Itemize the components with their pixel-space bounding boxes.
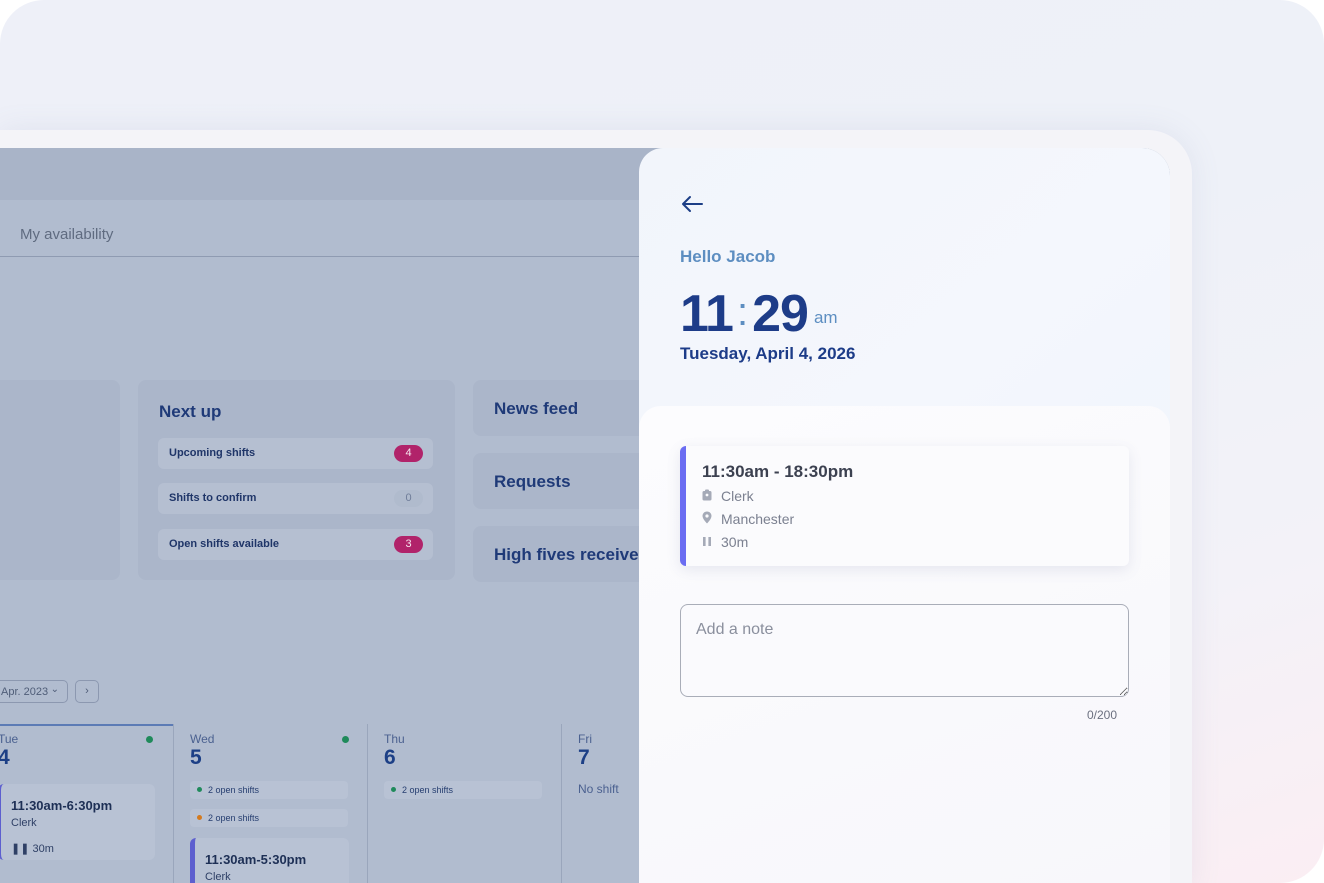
day-divider — [173, 724, 174, 883]
availability-dot — [146, 736, 153, 743]
shift-role: Clerk — [11, 817, 37, 829]
day-number: 6 — [384, 746, 396, 769]
clock-ampm: am — [813, 308, 838, 327]
requests-card[interactable]: Requests — [473, 453, 663, 509]
greeting: Hello Jacob — [680, 247, 776, 266]
pause-icon: ❚❚ — [11, 843, 30, 855]
day-name: Tue — [0, 732, 19, 746]
shift-location-row: Manchester — [702, 511, 794, 527]
day-name: Wed — [190, 732, 215, 746]
day-number: 4 — [0, 746, 10, 769]
shift-role: Clerk — [721, 488, 754, 504]
tab-my-availability[interactable]: My availability — [20, 226, 113, 243]
pause-icon — [702, 536, 716, 550]
day-divider — [367, 724, 368, 883]
open-shifts-chip[interactable]: 2 open shifts — [190, 781, 348, 799]
current-date: Tuesday, April 4, 2026 — [680, 344, 856, 363]
chevron-down-icon: ⌄ — [50, 684, 59, 695]
shift-card[interactable]: 11:30am-6:30pm Clerk ❚❚ 30m — [0, 784, 155, 860]
month-select-value: Apr. 2023 — [1, 686, 49, 698]
arrow-left-icon — [682, 196, 703, 212]
next-up-title: Next up — [159, 402, 222, 421]
shift-time: 11:30am-5:30pm — [205, 852, 307, 867]
news-feed-title: News feed — [494, 399, 579, 418]
day-column-tue[interactable]: Tue 4 11:30am-6:30pm Clerk ❚❚ 30m — [0, 724, 173, 883]
shift-break: 30m — [721, 534, 749, 550]
open-shifts-row[interactable]: Open shifts available 3 — [158, 529, 433, 560]
status-dot — [197, 787, 202, 792]
availability-dot — [342, 736, 349, 743]
partial-card — [0, 380, 120, 580]
count-badge: 3 — [394, 536, 423, 553]
shifts-to-confirm-row[interactable]: Shifts to confirm 0 — [158, 483, 433, 514]
shift-time: 11:30am - 18:30pm — [702, 462, 854, 481]
no-shift-label: No shift — [578, 782, 619, 796]
next-up-card: Next up Upcoming shifts 4 Shifts to conf… — [138, 380, 455, 580]
shift-detail-panel: Hello Jacob 11:29 am Tuesday, April 4, 20… — [639, 148, 1170, 883]
status-dot — [197, 815, 202, 820]
news-feed-card[interactable]: News feed — [473, 380, 663, 436]
note-char-counter: 0/200 — [1087, 708, 1118, 722]
open-shifts-label: 2 open shifts — [402, 785, 454, 795]
day-number: 5 — [190, 746, 202, 769]
shift-location: Manchester — [721, 511, 795, 527]
shift-break-row: 30m — [702, 534, 748, 550]
break-value: 30m — [32, 843, 54, 855]
tab-divider — [0, 256, 640, 257]
back-arrow-icon[interactable] — [680, 194, 704, 219]
high-fives-card[interactable]: High fives received — [473, 526, 663, 582]
shift-role-row: Clerk — [702, 488, 754, 504]
shift-summary-card[interactable]: 11:30am - 18:30pm Clerk Manchester 30m — [680, 446, 1129, 566]
shift-card[interactable]: 11:30am-5:30pm Clerk — [190, 838, 349, 883]
note-field[interactable] — [680, 604, 1129, 697]
clock-colon: : — [736, 290, 749, 334]
open-shifts-label: 2 open shifts — [208, 813, 260, 823]
clock-hours: 11 — [680, 285, 734, 343]
app-window: My availability Next up Upcoming shifts … — [0, 148, 1170, 883]
day-column-fri[interactable]: Fri 7 No shift — [578, 724, 648, 883]
requests-title: Requests — [494, 472, 571, 491]
day-divider — [561, 724, 562, 883]
shift-role: Clerk — [205, 871, 231, 883]
row-label: Open shifts available — [169, 538, 280, 550]
location-pin-icon — [702, 511, 716, 527]
shift-time: 11:30am-6:30pm — [11, 798, 113, 813]
open-shifts-chip[interactable]: 2 open shifts — [190, 809, 348, 827]
upcoming-shifts-row[interactable]: Upcoming shifts 4 — [158, 438, 433, 469]
day-name: Fri — [578, 732, 592, 746]
day-name: Thu — [384, 732, 405, 746]
next-week-button[interactable]: › — [75, 680, 99, 703]
count-badge: 0 — [394, 490, 423, 507]
clock-minutes: 29 — [752, 285, 809, 343]
panel-content: 11:30am - 18:30pm Clerk Manchester 30m A… — [639, 406, 1170, 883]
day-number: 7 — [578, 746, 590, 769]
high-fives-title: High fives received — [494, 545, 649, 564]
day-column-wed[interactable]: Wed 5 2 open shifts 2 open shifts 11:30a… — [190, 724, 360, 883]
status-dot — [391, 787, 396, 792]
month-select[interactable]: Apr. 2023 ⌄ — [0, 680, 68, 703]
chevron-right-icon: › — [85, 685, 89, 697]
row-label: Shifts to confirm — [169, 492, 257, 504]
row-label: Upcoming shifts — [169, 447, 256, 459]
day-column-thu[interactable]: Thu 6 2 open shifts — [384, 724, 554, 883]
current-time: 11:29 am — [680, 284, 838, 343]
count-badge: 4 — [394, 445, 423, 462]
open-shifts-label: 2 open shifts — [208, 785, 260, 795]
open-shifts-chip[interactable]: 2 open shifts — [384, 781, 542, 799]
badge-icon — [702, 489, 716, 504]
shift-break: ❚❚ 30m — [11, 842, 54, 855]
